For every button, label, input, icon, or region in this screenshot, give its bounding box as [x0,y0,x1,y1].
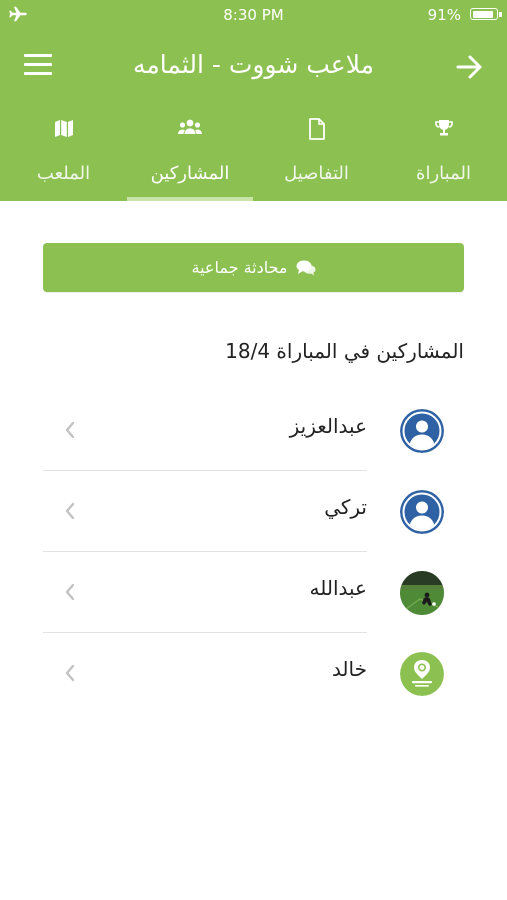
active-tab-indicator [127,197,253,201]
battery-percentage: 91% [427,6,461,24]
tab-details-label: التفاصيل [284,163,349,184]
tab-details[interactable]: التفاصيل [253,108,380,201]
tab-match[interactable]: المباراة [380,108,507,201]
arrow-right-icon[interactable] [452,50,488,84]
default-user-avatar [400,409,444,453]
document-icon [253,118,380,140]
group-chat-button[interactable]: محادثة جماعية [43,243,464,292]
tab-stadium[interactable]: الملعب [0,108,127,201]
participant-row[interactable]: تركي [43,471,464,552]
chat-bubbles-icon [296,260,316,276]
participant-name: تركي [324,495,367,519]
tab-participants-label: المشاركين [150,163,230,184]
participant-row[interactable]: خالد [43,633,464,714]
hamburger-menu-icon[interactable] [24,54,52,78]
participants-title: المشاركين في المباراة 18/4 [225,339,464,363]
chevron-left-icon [63,501,77,521]
users-icon [127,118,253,140]
participant-row[interactable]: عبدالعزيز [43,390,464,471]
trophy-icon [380,118,507,140]
group-chat-label: محادثة جماعية [191,258,288,277]
default-user-avatar [400,490,444,534]
logo-avatar [400,652,444,696]
navigation-bar: ملاعب شووت - الثمامه [0,40,507,92]
photo-avatar [400,571,444,615]
tab-match-label: المباراة [416,163,471,184]
tab-bar: المباراة التفاصيل المشاركين الملعب [0,108,507,201]
participant-row[interactable]: عبدالله [43,552,464,633]
map-icon [0,118,127,140]
participant-name: خالد [331,657,367,681]
battery-icon [470,8,498,20]
chevron-left-icon [63,663,77,683]
chevron-left-icon [63,582,77,602]
participant-name: عبدالعزيز [289,414,367,438]
page-title: ملاعب شووت - الثمامه [132,50,375,79]
app-header: 8:30 PM 91% ملاعب شووت - الثمامه المبارا… [0,0,507,201]
status-bar: 8:30 PM 91% [0,0,507,30]
tab-stadium-label: الملعب [36,163,91,184]
participant-name: عبدالله [309,576,367,600]
tab-participants[interactable]: المشاركين [127,108,253,201]
chevron-left-icon [63,420,77,440]
